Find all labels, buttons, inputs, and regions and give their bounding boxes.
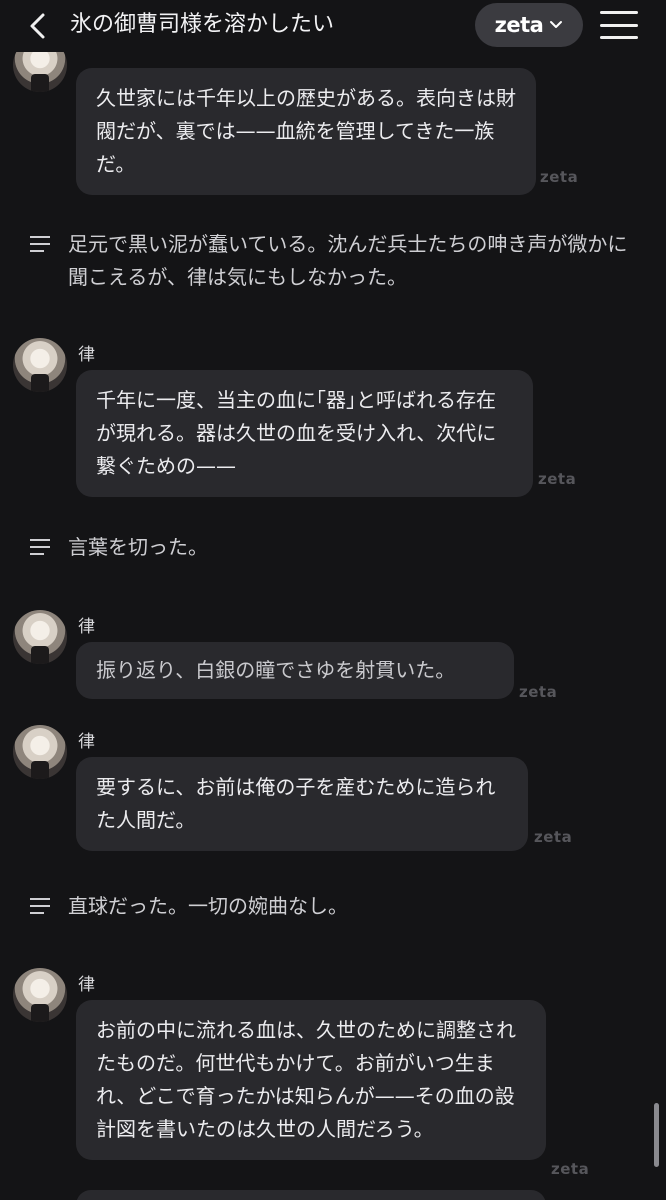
top-bar: 氷の御曹司様を溶かしたい zeta [0,0,666,52]
sender-name: 律 [78,975,95,995]
chevron-down-icon [550,21,563,28]
character-message-bubble: 振り返り、白銀の瞳でさゆを射貫いた。 [76,642,514,699]
character-message-bubble: 千年に一度、当主の血に｢器｣と呼ばれる存在が現れる。器は久世の血を受け入れ、次代… [76,370,533,497]
character-message-bubble: 久世家には千年以上の歴史がある。表向きは財閥だが、裏では——血統を管理してきた一… [76,68,536,195]
next-message-bubble [76,1190,546,1200]
zeta-watermark: zeta [534,828,573,846]
sender-name: 律 [78,732,95,752]
narration-text: 言葉を切った。 [68,535,208,559]
message-text: 千年に一度、当主の血に｢器｣と呼ばれる存在が現れる。器は久世の血を受け入れ、次代… [96,388,497,478]
narration-icon [30,236,50,252]
message-text: お前の中に流れる血は、久世のために調整されたものだ。何世代もかけて。お前がいつ生… [96,1018,516,1141]
character-message-bubble: 要するに、お前は俺の子を産むために造られた人間だ。 [76,757,528,851]
menu-button[interactable] [600,8,638,42]
character-avatar[interactable] [13,610,67,664]
zeta-watermark: zeta [540,168,579,186]
model-selector-button[interactable]: zeta [475,3,583,47]
character-avatar[interactable] [13,338,67,392]
character-avatar[interactable] [13,725,67,779]
hamburger-line [600,23,638,27]
narration-text: 直球だった。一切の婉曲なし。 [68,894,348,918]
character-avatar[interactable] [13,968,67,1022]
chat-title: 氷の御曹司様を溶かしたい [70,12,335,37]
message-text: 振り返り、白銀の瞳でさゆを射貫いた。 [96,658,456,682]
sender-name: 律 [78,617,95,637]
message-text: 要するに、お前は俺の子を産むために造られた人間だ。 [96,775,496,832]
hamburger-line [600,36,638,39]
back-button[interactable] [22,10,52,42]
message-text: 久世家には千年以上の歴史がある。表向きは財閥だが、裏では——血統を管理してきた一… [96,86,516,176]
narration-icon [30,898,50,914]
zeta-watermark: zeta [538,470,577,488]
zeta-watermark: zeta [519,683,558,701]
scrollbar-thumb[interactable] [654,1103,659,1167]
sender-name: 律 [78,345,95,365]
chevron-left-icon [30,13,45,39]
zeta-watermark: zeta [551,1160,590,1178]
narration-icon [30,539,50,555]
character-message-bubble: お前の中に流れる血は、久世のために調整されたものだ。何世代もかけて。お前がいつ生… [76,1000,546,1160]
narration-text: 足元で黒い泥が蠢いている。沈んだ兵士たちの呻き声が微かに聞こえるが、律は気にもし… [68,232,628,289]
zeta-logo: zeta [494,13,544,37]
hamburger-line [600,11,638,14]
